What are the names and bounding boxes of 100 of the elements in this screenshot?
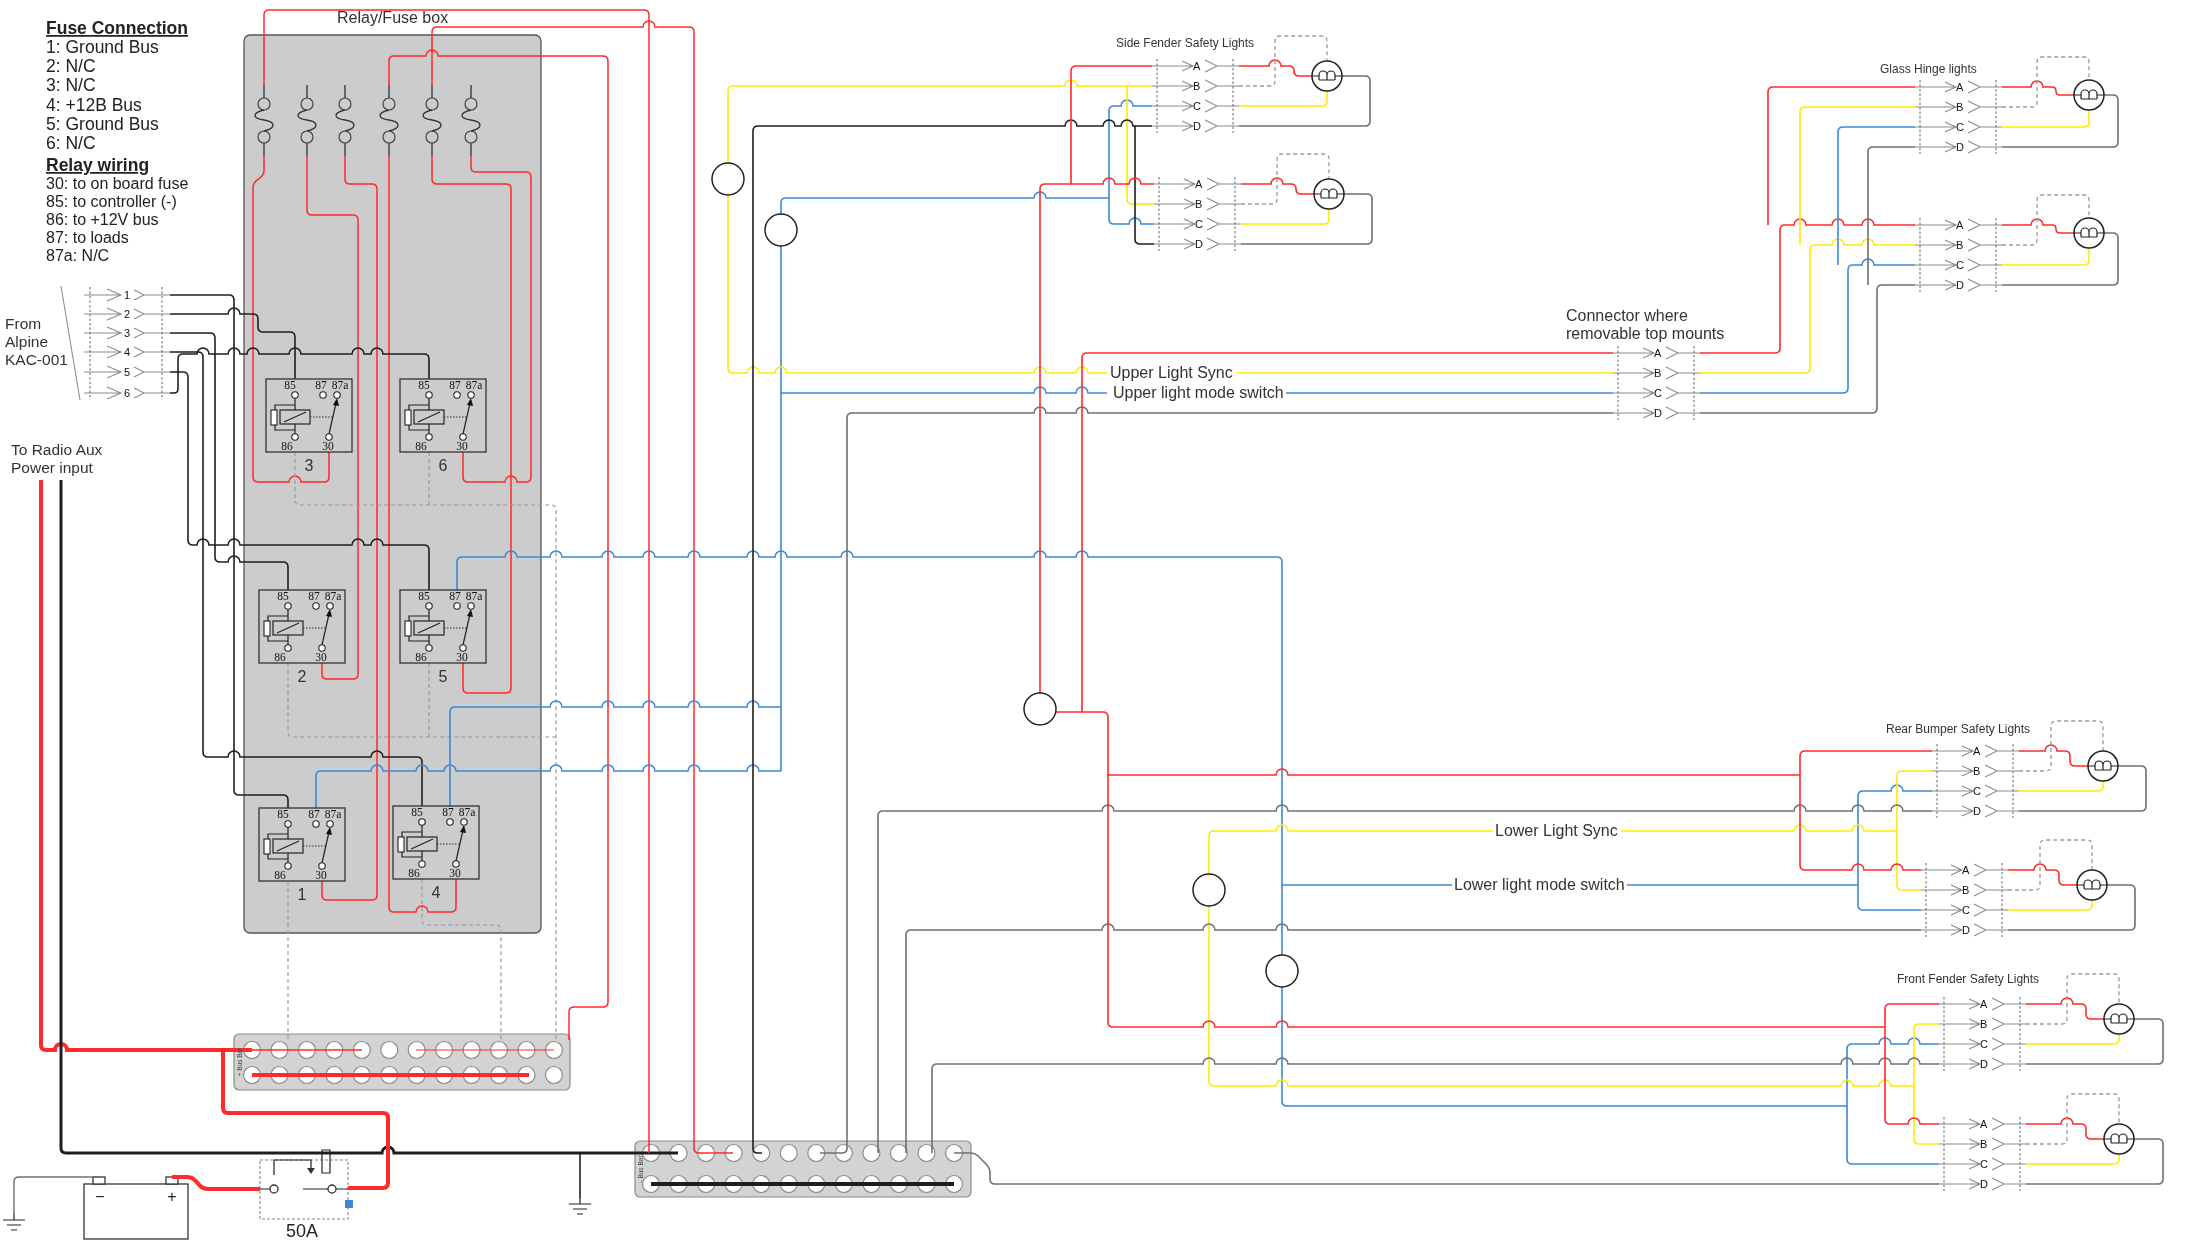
legend-item: 87: to loads <box>46 229 129 246</box>
fuse-icon <box>297 84 317 157</box>
pin-label: D <box>1956 279 1964 291</box>
pin-label: B <box>1193 80 1201 92</box>
pin-label: B <box>1962 884 1970 896</box>
pin-label: A <box>1962 864 1970 876</box>
pin-label: 85 <box>277 808 289 820</box>
pin-label: A <box>1654 347 1662 359</box>
terminal-label: − <box>95 1188 105 1205</box>
pin-label: A <box>1980 1118 1988 1130</box>
wire-label: Lower Light Sync <box>1495 822 1618 839</box>
pin-label: B <box>1980 1018 1988 1030</box>
legend-item: 5: Ground Bus <box>46 113 159 134</box>
legend-item: 1: Ground Bus <box>46 37 159 57</box>
fuse-rating: 50A <box>286 1221 318 1241</box>
note-icon <box>345 1200 353 1208</box>
pin-label: B <box>1956 239 1964 251</box>
pin-label: 86 <box>274 651 286 663</box>
pin-label: 87a <box>465 590 483 602</box>
wire-label: Upper Light Sync <box>1110 364 1233 381</box>
pin-label: 86 <box>274 869 286 881</box>
pin-label: D <box>1193 120 1201 132</box>
fuse-icon <box>461 84 481 157</box>
pin-label: D <box>1654 407 1662 419</box>
bulb-icon <box>2073 79 2105 111</box>
relay-number: 5 <box>438 668 448 685</box>
pin-label: 86 <box>415 651 427 663</box>
ring-icon <box>1192 873 1226 907</box>
bulb-icon <box>2076 869 2108 901</box>
pin-label: 30 <box>456 440 468 452</box>
legend-item: 86: to +12V bus <box>46 211 159 228</box>
pin-label: 30 <box>322 440 334 452</box>
pin-label: 85 <box>418 379 430 391</box>
pin-label: 87a <box>458 806 476 818</box>
ground-icon <box>2 1213 26 1231</box>
ground-icon <box>568 1197 592 1215</box>
pin-label: 85 <box>284 379 296 391</box>
pin-label: 87 <box>442 806 454 818</box>
fuse-icon <box>254 84 274 157</box>
pin-label: 5 <box>124 366 131 378</box>
relay-number: 4 <box>431 884 441 901</box>
pin-label: 85 <box>418 590 430 602</box>
pin-label: 1 <box>124 289 131 301</box>
pin-label: A <box>1956 219 1964 231</box>
legend-item: 4: +12B Bus <box>46 94 142 115</box>
pin-label: B <box>1956 101 1964 113</box>
pin-label: C <box>1956 259 1964 271</box>
terminal-label: + <box>167 1188 177 1205</box>
ring-icon <box>1265 954 1299 988</box>
legend-item: 3: N/C <box>46 75 96 96</box>
ring-icon <box>711 162 745 196</box>
pin-label: 30 <box>456 651 468 663</box>
pin-label: D <box>1962 924 1970 936</box>
connector-label: Connector where removable top mounts <box>1566 307 1725 342</box>
wire-label: Lower light mode switch <box>1454 876 1625 893</box>
fuse-icon <box>422 84 442 157</box>
pin-label: 86 <box>415 440 427 452</box>
pin-label: 85 <box>277 590 289 602</box>
pin-label: 87 <box>308 808 320 820</box>
pin-label: 6 <box>124 387 131 399</box>
relay-number: 3 <box>304 457 314 474</box>
pin-label: C <box>1973 785 1981 797</box>
pin-label: D <box>1980 1058 1988 1070</box>
pin-label: 30 <box>315 651 327 663</box>
ring-icon <box>764 213 798 247</box>
pin-label: 86 <box>281 440 293 452</box>
connector-label: To Radio Aux Power input <box>11 441 103 476</box>
pin-label: D <box>1973 805 1981 817</box>
relay-number: 1 <box>297 886 307 903</box>
box-title: Relay/Fuse box <box>337 9 449 26</box>
pin-label: 87a <box>331 379 349 391</box>
legend-item: 30: to on board fuse <box>46 175 189 192</box>
pin-label: 87 <box>449 590 461 602</box>
pin-label: D <box>1980 1178 1988 1190</box>
relay-number: 2 <box>297 668 307 685</box>
bulb-icon <box>2087 750 2119 782</box>
pin-label: C <box>1956 121 1964 133</box>
pin-label: C <box>1980 1158 1988 1170</box>
pin-label: C <box>1195 218 1203 230</box>
wire-label: Upper light mode switch <box>1113 384 1284 401</box>
fuse-icon <box>335 84 355 157</box>
legend-item: 6: N/C <box>46 133 96 153</box>
legend-item: 85: to controller (-) <box>46 193 177 210</box>
group-title: Glass Hinge lights <box>1880 62 1977 76</box>
pin-label: 87 <box>449 379 461 391</box>
pin-label: B <box>1654 367 1662 379</box>
pin-label: B <box>1195 198 1203 210</box>
pin-label: A <box>1193 60 1201 72</box>
legend-heading: Relay wiring <box>46 155 150 175</box>
pin-label: B <box>1980 1138 1988 1150</box>
bulb-icon <box>1313 178 1345 210</box>
pin-label: C <box>1962 904 1970 916</box>
pin-label: 30 <box>315 869 327 881</box>
legend-heading: Fuse Connection <box>46 18 188 38</box>
pin-label: C <box>1654 387 1662 399</box>
bulb-icon <box>2103 1123 2135 1155</box>
pin-label: 87a <box>324 808 342 820</box>
bulb-icon <box>2073 217 2105 249</box>
ring-icon <box>1023 692 1057 726</box>
bulb-icon <box>1311 60 1343 92</box>
